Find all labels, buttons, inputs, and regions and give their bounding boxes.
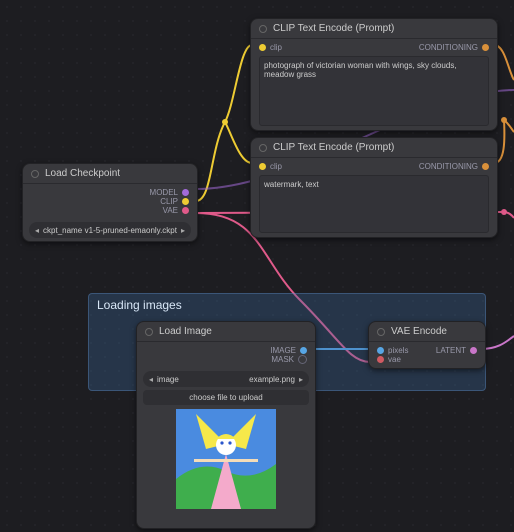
node-title: Load Image [159, 326, 212, 337]
port-dot-model[interactable] [182, 189, 189, 196]
collapse-icon[interactable] [145, 328, 153, 336]
collapse-icon[interactable] [31, 170, 39, 178]
port-dot-pixels[interactable] [377, 347, 384, 354]
port-label: clip [270, 162, 282, 171]
port-dot-clip-in[interactable] [259, 44, 266, 51]
group-title: Loading images [89, 294, 485, 316]
widget-value: v1-5-pruned-emaonly.ckpt [82, 226, 179, 235]
upload-button[interactable]: choose file to upload [143, 390, 309, 405]
node-clip-text-encode-negative[interactable]: CLIP Text Encode (Prompt) clip CONDITION… [250, 137, 498, 238]
port-dot-clip[interactable] [182, 198, 189, 205]
collapse-icon[interactable] [259, 25, 267, 33]
port-dot-vae-in[interactable] [377, 356, 384, 363]
node-load-checkpoint[interactable]: Load Checkpoint MODEL CLIP VAE ◂ ckpt_na… [22, 163, 198, 242]
widget-image[interactable]: ◂ image example.png ▸ [143, 371, 309, 387]
widget-label: ckpt_name [41, 226, 82, 235]
collapse-icon[interactable] [259, 144, 267, 152]
port-dot-clip-in[interactable] [259, 163, 266, 170]
port-label: pixels [388, 346, 408, 355]
port-dot-image[interactable] [300, 347, 307, 354]
port-dot-latent[interactable] [470, 347, 477, 354]
node-title: VAE Encode [391, 326, 447, 337]
chevron-left-icon[interactable]: ◂ [147, 375, 155, 384]
port-label: LATENT [436, 346, 466, 355]
node-clip-text-encode-positive[interactable]: CLIP Text Encode (Prompt) clip CONDITION… [250, 18, 498, 131]
port-dot-conditioning[interactable] [482, 44, 489, 51]
node-vae-encode[interactable]: VAE Encode pixels LATENT vae [368, 321, 486, 369]
node-title: CLIP Text Encode (Prompt) [273, 142, 394, 153]
collapse-icon[interactable] [377, 328, 385, 336]
widget-label: image [155, 375, 179, 384]
port-dot-vae[interactable] [182, 207, 189, 214]
port-dot-mask[interactable] [298, 355, 307, 364]
node-title: CLIP Text Encode (Prompt) [273, 23, 394, 34]
port-label: VAE [163, 206, 178, 215]
port-label: IMAGE [270, 346, 296, 355]
port-label: clip [270, 43, 282, 52]
chevron-right-icon[interactable]: ▸ [297, 375, 305, 384]
node-graph-canvas[interactable]: Loading images Load Checkpoint MODEL CLI… [0, 0, 514, 532]
chevron-left-icon[interactable]: ◂ [33, 226, 41, 235]
node-title: Load Checkpoint [45, 168, 120, 179]
port-label: vae [388, 355, 401, 364]
port-label: MODEL [150, 188, 178, 197]
widget-ckpt-name[interactable]: ◂ ckpt_name v1-5-pruned-emaonly.ckpt ▸ [29, 222, 191, 238]
prompt-textarea[interactable]: photograph of victorian woman with wings… [259, 56, 489, 126]
widget-value: example.png [179, 375, 297, 384]
port-label: MASK [271, 355, 294, 364]
chevron-right-icon[interactable]: ▸ [179, 226, 187, 235]
node-load-image[interactable]: Load Image IMAGE MASK ◂ image example.pn… [136, 321, 316, 529]
port-label: CONDITIONING [419, 162, 478, 171]
image-preview [176, 409, 276, 509]
prompt-textarea[interactable]: watermark, text [259, 175, 489, 233]
port-label: CONDITIONING [419, 43, 478, 52]
port-dot-conditioning[interactable] [482, 163, 489, 170]
port-label: CLIP [160, 197, 178, 206]
